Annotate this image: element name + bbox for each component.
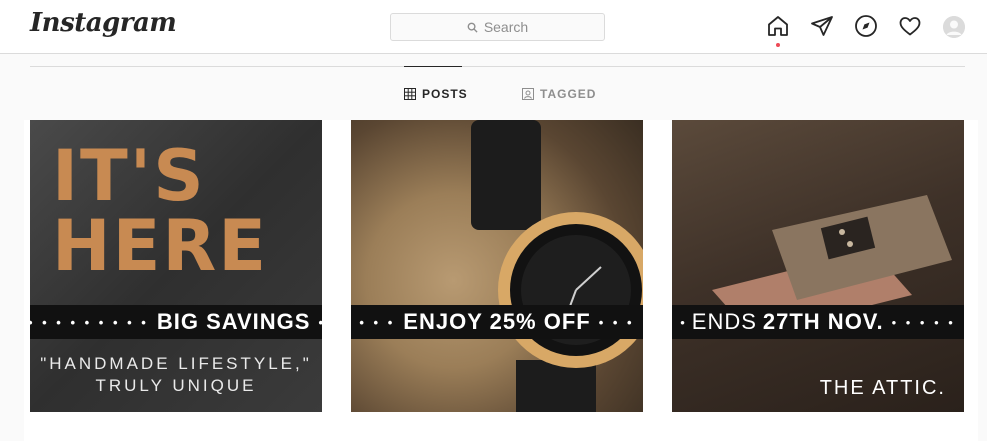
- profile-avatar[interactable]: [943, 16, 965, 38]
- search-icon: [467, 22, 478, 33]
- banner-dots: • • • • • • • • •: [30, 314, 149, 330]
- banner-dots: • • •: [598, 314, 635, 330]
- tab-posts-label: POSTS: [422, 87, 468, 101]
- search-placeholder: Search: [483, 19, 529, 35]
- search-input[interactable]: Search: [390, 13, 605, 41]
- tab-tagged[interactable]: TAGGED: [522, 87, 596, 101]
- explore-icon[interactable]: [854, 14, 878, 38]
- home-icon[interactable]: [766, 14, 790, 47]
- post-tile[interactable]: • ENDS 27TH NOV. • • • • • THE ATTIC.: [672, 120, 964, 412]
- active-tab-indicator: [404, 66, 462, 67]
- instagram-logo[interactable]: Instagram: [30, 8, 177, 38]
- post-headline: HERE: [52, 205, 269, 287]
- banner-text: BIG SAVINGS: [156, 309, 311, 334]
- post-quote: TRULY UNIQUE: [95, 376, 257, 395]
- tab-posts[interactable]: POSTS: [404, 87, 468, 101]
- banner-dots: •: [680, 314, 686, 330]
- banner-prefix: ENDS: [691, 309, 757, 334]
- banner-text: ENJOY 25% OFF: [403, 309, 591, 334]
- post-tile[interactable]: • • • ENJOY 25% OFF • • •: [351, 120, 643, 412]
- grid-icon: [404, 88, 416, 100]
- brand-label: THE ATTIC.: [819, 377, 946, 399]
- banner-dots: • • •: [359, 314, 396, 330]
- post-banner: • • • • • • • • • BIG SAVINGS •: [30, 305, 322, 339]
- post-headline: IT'S: [52, 135, 206, 217]
- tagged-icon: [522, 88, 534, 100]
- banner-text: 27TH NOV.: [762, 309, 884, 334]
- wallet-graphic: [712, 195, 952, 335]
- post-banner: • ENDS 27TH NOV. • • • • •: [672, 305, 964, 339]
- direct-icon[interactable]: [810, 14, 834, 38]
- top-navigation-bar: Instagram Search: [0, 0, 987, 54]
- activity-heart-icon[interactable]: [898, 14, 922, 38]
- post-quote: "HANDMADE LIFESTYLE,": [40, 354, 312, 373]
- post-banner: • • • ENJOY 25% OFF • • •: [351, 305, 643, 339]
- watch-graphic: [471, 120, 643, 412]
- banner-dots: •: [318, 315, 322, 330]
- tab-tagged-label: TAGGED: [540, 87, 597, 101]
- banner-dots: • • • • •: [891, 314, 956, 330]
- post-tile[interactable]: IT'S HERE • • • • • • • • • BIG SAVINGS …: [30, 120, 322, 412]
- tabs-divider: [30, 66, 965, 67]
- notification-dot: [776, 43, 780, 47]
